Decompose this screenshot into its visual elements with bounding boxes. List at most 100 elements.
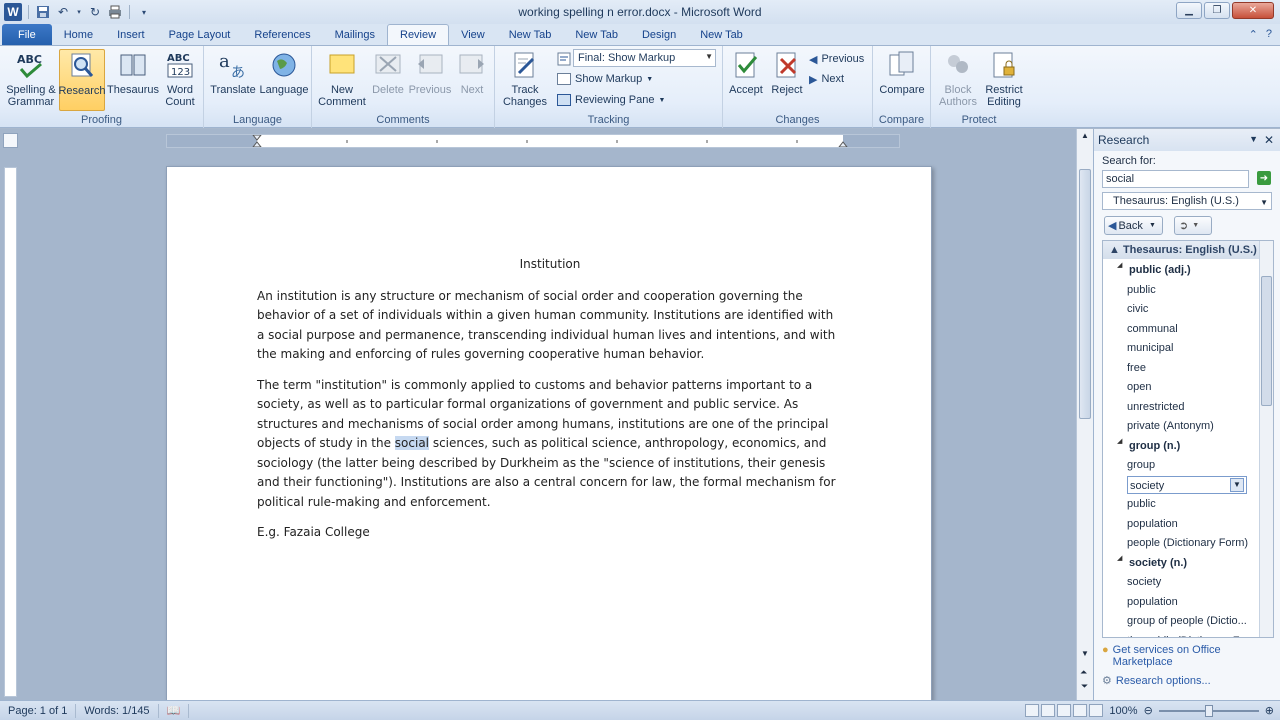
word-logo-icon[interactable]: W	[4, 3, 22, 21]
show-markup-button[interactable]: Show Markup ▼	[557, 70, 653, 88]
outline-icon[interactable]	[1073, 704, 1088, 717]
help-icon[interactable]: ?	[1266, 28, 1272, 41]
result-synonym[interactable]: public	[1127, 281, 1156, 299]
thesaurus-button[interactable]: Thesaurus	[106, 49, 160, 111]
new-comment-button[interactable]: New Comment	[316, 49, 368, 111]
tab-review[interactable]: Review	[387, 24, 450, 45]
result-synonym[interactable]: group of people (Dictio...	[1127, 612, 1247, 630]
result-synonym[interactable]: open	[1127, 378, 1151, 396]
paragraph-3[interactable]: E.g. Fazaia College	[257, 523, 843, 543]
tab-file[interactable]: File	[2, 24, 52, 45]
start-searching-icon[interactable]: ➜	[1257, 171, 1271, 185]
research-search-input[interactable]: social	[1102, 170, 1249, 188]
close-pane-icon[interactable]: ✕	[1264, 133, 1274, 147]
tab-references[interactable]: References	[242, 24, 322, 45]
scrollbar-thumb[interactable]	[1079, 169, 1091, 419]
result-synonym[interactable]: public	[1127, 495, 1156, 513]
next-change-button[interactable]: ▶ Next	[809, 70, 844, 88]
tab-home[interactable]: Home	[52, 24, 105, 45]
scroll-down-icon[interactable]: ▼	[1081, 649, 1089, 658]
redo-icon[interactable]: ↻	[87, 4, 103, 20]
proofing-status-icon[interactable]: 📖	[159, 703, 190, 718]
document-page[interactable]: Institution An institution is any struct…	[166, 166, 932, 706]
document-body[interactable]: Institution An institution is any struct…	[257, 255, 843, 554]
forward-button[interactable]: ➲ ▼	[1174, 216, 1212, 235]
tab-page-layout[interactable]: Page Layout	[157, 24, 243, 45]
result-synonym[interactable]: unrestricted	[1127, 398, 1184, 416]
compare-button[interactable]: Compare	[876, 49, 928, 111]
result-synonym[interactable]: civic	[1127, 300, 1148, 318]
page-count[interactable]: Page: 1 of 1	[0, 703, 77, 718]
previous-change-button[interactable]: ◀ Previous	[809, 50, 864, 68]
results-source-header[interactable]: ▲ Thesaurus: English (U.S.)	[1103, 241, 1260, 259]
collapse-triangle-icon[interactable]: ◢	[1117, 261, 1122, 269]
result-category[interactable]: group (n.)	[1117, 437, 1180, 455]
word-count[interactable]: Words: 1/145	[76, 703, 159, 718]
restore-icon[interactable]: ❐	[1204, 2, 1230, 19]
language-button[interactable]: Language	[258, 49, 310, 111]
zoom-slider-knob[interactable]	[1204, 704, 1213, 717]
minimize-icon[interactable]: ▁	[1176, 2, 1202, 19]
delete-comment-button[interactable]: Delete	[368, 49, 408, 111]
tab-design[interactable]: Design	[630, 24, 688, 45]
undo-icon[interactable]: ↶	[55, 4, 71, 20]
selected-word[interactable]: social	[394, 436, 430, 450]
synonym-menu-arrow-icon[interactable]: ▼	[1230, 477, 1244, 492]
save-icon[interactable]	[35, 4, 51, 20]
draft-icon[interactable]	[1089, 704, 1104, 717]
result-synonym[interactable]: group	[1127, 456, 1155, 474]
next-comment-button[interactable]: Next	[452, 49, 492, 111]
tab-mailings[interactable]: Mailings	[323, 24, 387, 45]
accept-button[interactable]: Accept	[725, 49, 767, 111]
close-icon[interactable]: ✕	[1232, 2, 1274, 19]
full-screen-reading-icon[interactable]	[1041, 704, 1056, 717]
previous-page-icon[interactable]: ⏶	[1080, 667, 1087, 678]
tab-new-tab-1[interactable]: New Tab	[497, 24, 564, 45]
track-changes-button[interactable]: Track Changes	[499, 49, 551, 111]
undo-dropdown-icon[interactable]: ▾	[75, 4, 83, 20]
document-scrollbar[interactable]: ▲ ▼ ⏶ ⏷	[1076, 129, 1093, 700]
restrict-editing-button[interactable]: Restrict Editing	[981, 49, 1027, 111]
office-marketplace-link[interactable]: ● Get services on Office Marketplace	[1102, 644, 1221, 668]
research-source-select[interactable]: Thesaurus: English (U.S.) ▼	[1102, 192, 1272, 210]
back-button[interactable]: ◀ Back ▼	[1104, 216, 1163, 235]
result-synonym[interactable]: people (Dictionary Form)	[1127, 534, 1248, 552]
research-button[interactable]: Research	[58, 49, 106, 111]
zoom-out-icon[interactable]: ⊖	[1144, 704, 1153, 717]
tab-view[interactable]: View	[449, 24, 497, 45]
reviewing-pane-button[interactable]: Reviewing Pane ▼	[557, 91, 665, 109]
print-icon[interactable]	[107, 4, 123, 20]
tab-new-tab-3[interactable]: New Tab	[688, 24, 755, 45]
document-title[interactable]: Institution	[257, 255, 843, 275]
translate-button[interactable]: aあ Translate	[208, 49, 258, 111]
result-synonym[interactable]: society	[1127, 573, 1161, 591]
word-count-button[interactable]: ABC 123 Word Count	[160, 49, 200, 111]
tab-new-tab-2[interactable]: New Tab	[563, 24, 630, 45]
zoom-in-icon[interactable]: ⊕	[1265, 704, 1274, 717]
collapse-triangle-icon[interactable]: ◢	[1117, 554, 1122, 562]
spelling-grammar-button[interactable]: ABC Spelling & Grammar	[4, 49, 58, 111]
pane-options-icon[interactable]: ▼	[1249, 134, 1258, 144]
tab-insert[interactable]: Insert	[105, 24, 157, 45]
result-synonym[interactable]: communal	[1127, 320, 1178, 338]
result-synonym[interactable]: population	[1127, 515, 1178, 533]
research-results[interactable]: ▲ Thesaurus: English (U.S.) public (adj.…	[1102, 240, 1274, 638]
minimize-ribbon-icon[interactable]: ⌃	[1249, 28, 1258, 41]
result-synonym[interactable]: free	[1127, 359, 1146, 377]
result-synonym[interactable]: municipal	[1127, 339, 1173, 357]
previous-comment-button[interactable]: Previous	[408, 49, 452, 111]
paragraph-2[interactable]: The term "institution" is commonly appli…	[257, 376, 843, 513]
reject-button[interactable]: Reject	[767, 49, 807, 111]
research-options-link[interactable]: ⚙ Research options...	[1102, 675, 1211, 687]
results-scrollbar[interactable]	[1259, 241, 1273, 637]
result-category[interactable]: society (n.)	[1117, 554, 1187, 572]
zoom-level[interactable]: 100%	[1109, 705, 1137, 717]
result-synonym[interactable]: society ▼	[1127, 475, 1247, 494]
tab-selector[interactable]	[3, 133, 18, 148]
vertical-ruler[interactable]	[4, 167, 17, 697]
block-authors-button[interactable]: Block Authors	[933, 49, 983, 111]
next-page-icon[interactable]: ⏷	[1081, 681, 1088, 692]
display-for-review-dropdown[interactable]: Final: Show Markup ▼	[573, 49, 716, 67]
collapse-triangle-icon[interactable]: ◢	[1117, 437, 1122, 445]
zoom-slider[interactable]	[1158, 704, 1259, 717]
